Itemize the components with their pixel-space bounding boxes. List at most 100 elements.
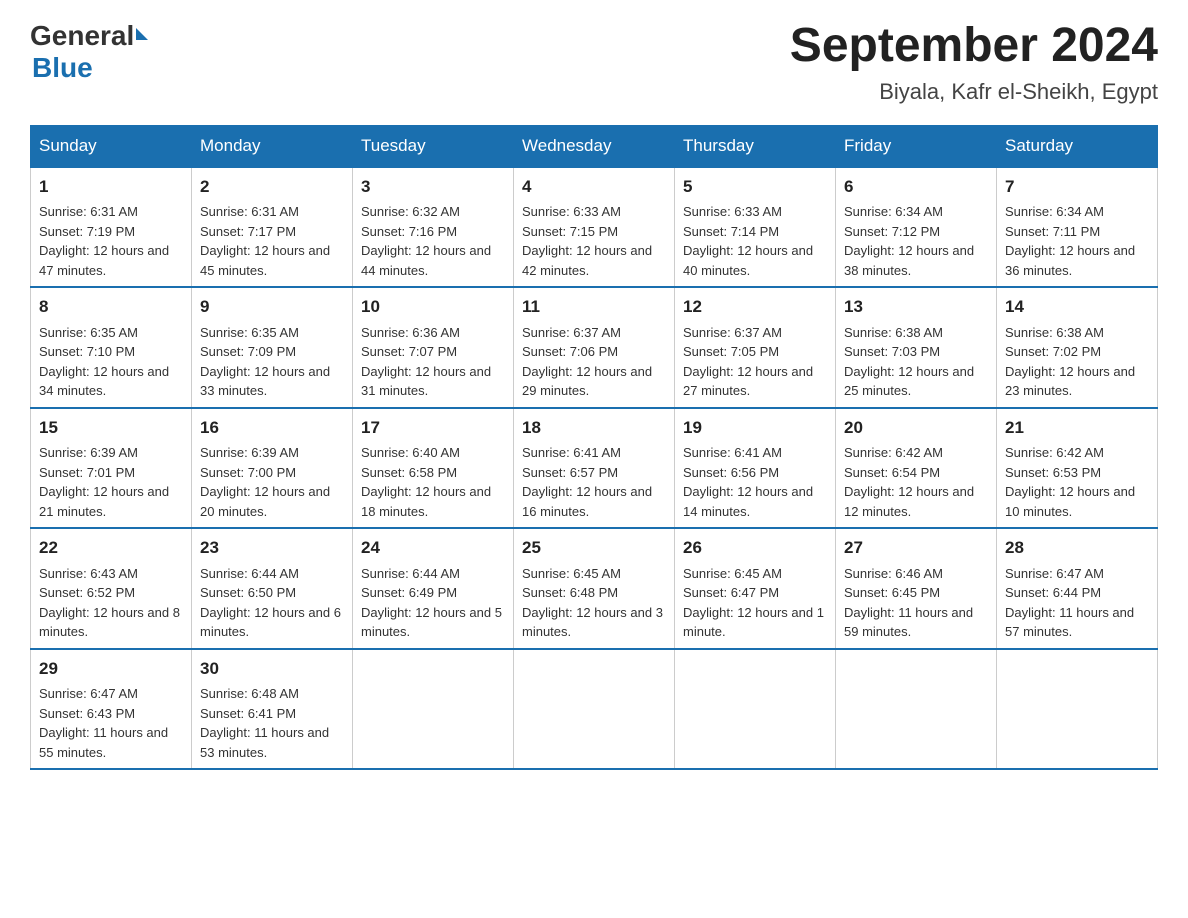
calendar-cell: [997, 649, 1158, 770]
title-area: September 2024 Biyala, Kafr el-Sheikh, E…: [790, 20, 1158, 105]
calendar-week-2: 8Sunrise: 6:35 AMSunset: 7:10 PMDaylight…: [31, 287, 1158, 408]
day-info: Sunrise: 6:45 AMSunset: 6:48 PMDaylight:…: [522, 566, 663, 640]
day-info: Sunrise: 6:44 AMSunset: 6:50 PMDaylight:…: [200, 566, 341, 640]
day-info: Sunrise: 6:47 AMSunset: 6:44 PMDaylight:…: [1005, 566, 1134, 640]
day-number: 4: [522, 174, 666, 200]
day-number: 2: [200, 174, 344, 200]
day-info: Sunrise: 6:31 AMSunset: 7:17 PMDaylight:…: [200, 204, 330, 278]
day-info: Sunrise: 6:45 AMSunset: 6:47 PMDaylight:…: [683, 566, 824, 640]
day-info: Sunrise: 6:38 AMSunset: 7:02 PMDaylight:…: [1005, 325, 1135, 399]
day-info: Sunrise: 6:36 AMSunset: 7:07 PMDaylight:…: [361, 325, 491, 399]
day-number: 3: [361, 174, 505, 200]
page-subtitle: Biyala, Kafr el-Sheikh, Egypt: [790, 79, 1158, 105]
day-number: 23: [200, 535, 344, 561]
calendar-cell: 30 Sunrise: 6:48 AMSunset: 6:41 PMDayligh…: [192, 649, 353, 770]
calendar-cell: 19 Sunrise: 6:41 AMSunset: 6:56 PMDayligh…: [675, 408, 836, 529]
logo-blue: Blue: [32, 52, 93, 83]
day-info: Sunrise: 6:31 AMSunset: 7:19 PMDaylight:…: [39, 204, 169, 278]
day-number: 14: [1005, 294, 1149, 320]
calendar-cell: 5Sunrise: 6:33 AMSunset: 7:14 PMDaylight…: [675, 167, 836, 288]
day-info: Sunrise: 6:41 AMSunset: 6:56 PMDaylight:…: [683, 445, 813, 519]
day-info: Sunrise: 6:43 AMSunset: 6:52 PMDaylight:…: [39, 566, 180, 640]
calendar-cell: 6 Sunrise: 6:34 AMSunset: 7:12 PMDaylight…: [836, 167, 997, 288]
day-info: Sunrise: 6:38 AMSunset: 7:03 PMDaylight:…: [844, 325, 974, 399]
day-number: 20: [844, 415, 988, 441]
day-info: Sunrise: 6:46 AMSunset: 6:45 PMDaylight:…: [844, 566, 973, 640]
header-friday: Friday: [836, 125, 997, 167]
calendar-week-1: 1 Sunrise: 6:31 AMSunset: 7:19 PMDaylight…: [31, 167, 1158, 288]
calendar-cell: [836, 649, 997, 770]
day-number: 26: [683, 535, 827, 561]
day-info: Sunrise: 6:42 AMSunset: 6:54 PMDaylight:…: [844, 445, 974, 519]
day-number: 30: [200, 656, 344, 682]
calendar-cell: 29Sunrise: 6:47 AMSunset: 6:43 PMDayligh…: [31, 649, 192, 770]
calendar-cell: 17 Sunrise: 6:40 AMSunset: 6:58 PMDayligh…: [353, 408, 514, 529]
page-title: September 2024: [790, 20, 1158, 73]
header-monday: Monday: [192, 125, 353, 167]
calendar-week-3: 15 Sunrise: 6:39 AMSunset: 7:01 PMDayligh…: [31, 408, 1158, 529]
day-number: 6: [844, 174, 988, 200]
calendar-cell: 4 Sunrise: 6:33 AMSunset: 7:15 PMDaylight…: [514, 167, 675, 288]
header-saturday: Saturday: [997, 125, 1158, 167]
day-number: 7: [1005, 174, 1149, 200]
day-info: Sunrise: 6:39 AMSunset: 7:00 PMDaylight:…: [200, 445, 330, 519]
calendar-cell: 18 Sunrise: 6:41 AMSunset: 6:57 PMDayligh…: [514, 408, 675, 529]
calendar-cell: [675, 649, 836, 770]
day-number: 27: [844, 535, 988, 561]
day-number: 19: [683, 415, 827, 441]
calendar-cell: 22Sunrise: 6:43 AMSunset: 6:52 PMDayligh…: [31, 528, 192, 649]
day-info: Sunrise: 6:44 AMSunset: 6:49 PMDaylight:…: [361, 566, 502, 640]
day-info: Sunrise: 6:32 AMSunset: 7:16 PMDaylight:…: [361, 204, 491, 278]
header-tuesday: Tuesday: [353, 125, 514, 167]
day-number: 25: [522, 535, 666, 561]
day-info: Sunrise: 6:42 AMSunset: 6:53 PMDaylight:…: [1005, 445, 1135, 519]
calendar-cell: 8Sunrise: 6:35 AMSunset: 7:10 PMDaylight…: [31, 287, 192, 408]
calendar-cell: 25 Sunrise: 6:45 AMSunset: 6:48 PMDayligh…: [514, 528, 675, 649]
day-number: 12: [683, 294, 827, 320]
calendar-cell: 13Sunrise: 6:38 AMSunset: 7:03 PMDayligh…: [836, 287, 997, 408]
header-wednesday: Wednesday: [514, 125, 675, 167]
calendar-cell: 10Sunrise: 6:36 AMSunset: 7:07 PMDayligh…: [353, 287, 514, 408]
calendar-cell: 7 Sunrise: 6:34 AMSunset: 7:11 PMDaylight…: [997, 167, 1158, 288]
day-number: 28: [1005, 535, 1149, 561]
calendar-cell: 14 Sunrise: 6:38 AMSunset: 7:02 PMDayligh…: [997, 287, 1158, 408]
day-number: 16: [200, 415, 344, 441]
day-number: 18: [522, 415, 666, 441]
calendar-cell: 27 Sunrise: 6:46 AMSunset: 6:45 PMDayligh…: [836, 528, 997, 649]
day-info: Sunrise: 6:39 AMSunset: 7:01 PMDaylight:…: [39, 445, 169, 519]
header-sunday: Sunday: [31, 125, 192, 167]
day-number: 15: [39, 415, 183, 441]
calendar-cell: 24 Sunrise: 6:44 AMSunset: 6:49 PMDayligh…: [353, 528, 514, 649]
calendar-cell: 16 Sunrise: 6:39 AMSunset: 7:00 PMDayligh…: [192, 408, 353, 529]
day-info: Sunrise: 6:33 AMSunset: 7:15 PMDaylight:…: [522, 204, 652, 278]
calendar-cell: 28 Sunrise: 6:47 AMSunset: 6:44 PMDayligh…: [997, 528, 1158, 649]
day-info: Sunrise: 6:37 AMSunset: 7:05 PMDaylight:…: [683, 325, 813, 399]
day-number: 29: [39, 656, 183, 682]
day-info: Sunrise: 6:34 AMSunset: 7:12 PMDaylight:…: [844, 204, 974, 278]
day-info: Sunrise: 6:40 AMSunset: 6:58 PMDaylight:…: [361, 445, 491, 519]
calendar-cell: 12 Sunrise: 6:37 AMSunset: 7:05 PMDayligh…: [675, 287, 836, 408]
calendar-week-4: 22Sunrise: 6:43 AMSunset: 6:52 PMDayligh…: [31, 528, 1158, 649]
calendar-cell: 26 Sunrise: 6:45 AMSunset: 6:47 PMDayligh…: [675, 528, 836, 649]
page-header: General Blue September 2024 Biyala, Kafr…: [30, 20, 1158, 105]
day-info: Sunrise: 6:34 AMSunset: 7:11 PMDaylight:…: [1005, 204, 1135, 278]
day-number: 24: [361, 535, 505, 561]
logo-triangle-icon: [136, 28, 148, 40]
calendar-cell: 23 Sunrise: 6:44 AMSunset: 6:50 PMDayligh…: [192, 528, 353, 649]
calendar-cell: 3 Sunrise: 6:32 AMSunset: 7:16 PMDaylight…: [353, 167, 514, 288]
day-info: Sunrise: 6:41 AMSunset: 6:57 PMDaylight:…: [522, 445, 652, 519]
day-number: 17: [361, 415, 505, 441]
day-number: 1: [39, 174, 183, 200]
calendar-cell: 2 Sunrise: 6:31 AMSunset: 7:17 PMDaylight…: [192, 167, 353, 288]
header-thursday: Thursday: [675, 125, 836, 167]
day-info: Sunrise: 6:37 AMSunset: 7:06 PMDaylight:…: [522, 325, 652, 399]
calendar-week-5: 29Sunrise: 6:47 AMSunset: 6:43 PMDayligh…: [31, 649, 1158, 770]
day-info: Sunrise: 6:35 AMSunset: 7:10 PMDaylight:…: [39, 325, 169, 399]
calendar-cell: 1 Sunrise: 6:31 AMSunset: 7:19 PMDaylight…: [31, 167, 192, 288]
calendar-cell: 9Sunrise: 6:35 AMSunset: 7:09 PMDaylight…: [192, 287, 353, 408]
calendar-cell: [353, 649, 514, 770]
day-info: Sunrise: 6:48 AMSunset: 6:41 PMDaylight:…: [200, 686, 329, 760]
day-info: Sunrise: 6:33 AMSunset: 7:14 PMDaylight:…: [683, 204, 813, 278]
calendar-cell: 15 Sunrise: 6:39 AMSunset: 7:01 PMDayligh…: [31, 408, 192, 529]
day-number: 11: [522, 294, 666, 320]
